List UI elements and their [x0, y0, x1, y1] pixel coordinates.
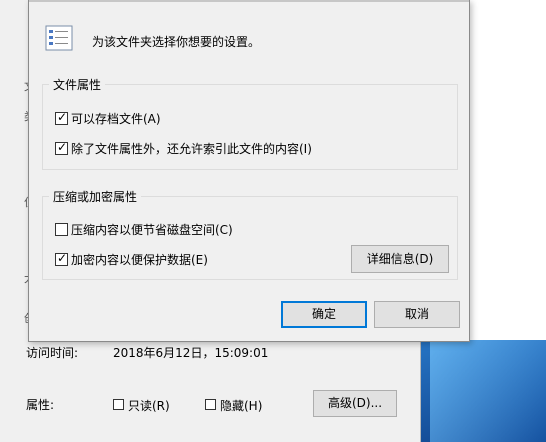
compress-label[interactable]: 压缩内容以便节省磁盘空间(C)	[71, 221, 233, 238]
index-label[interactable]: 除了文件属性外，还允许索引此文件的内容(I)	[71, 140, 312, 157]
checkmark-icon: ✓	[57, 140, 68, 154]
encrypt-checkbox[interactable]: ✓	[55, 251, 68, 266]
attributes-label: 属性:	[26, 398, 55, 412]
archive-label[interactable]: 可以存档文件(A)	[71, 110, 161, 127]
archive-checkbox[interactable]: ✓	[55, 110, 68, 125]
checklist-document-icon	[45, 25, 73, 51]
dialog-top-edge	[29, 0, 469, 2]
accessed-time-label: 访问时间:	[26, 346, 79, 360]
checkmark-icon: ✓	[57, 110, 68, 124]
details-button[interactable]: 详细信息(D)	[351, 245, 449, 273]
encrypt-option[interactable]: ✓ 加密内容以便保护数据(E)	[55, 251, 208, 268]
advanced-attributes-dialog: 为该文件夹选择你想要的设置。 文件属性 ✓ 可以存档文件(A) ✓ 除了文件属性…	[28, 0, 470, 342]
index-option[interactable]: ✓ 除了文件属性外，还允许索引此文件的内容(I)	[55, 140, 312, 157]
checkmark-icon: ✓	[57, 251, 68, 265]
compress-encrypt-legend: 压缩或加密属性	[53, 190, 138, 204]
archive-option[interactable]: ✓ 可以存档文件(A)	[55, 110, 161, 127]
cancel-button[interactable]: 取消	[374, 301, 460, 328]
encrypt-label[interactable]: 加密内容以便保护数据(E)	[71, 251, 208, 268]
wallpaper-light-beam	[430, 340, 546, 442]
hidden-label[interactable]: 隐藏(H)	[220, 397, 262, 414]
index-checkbox[interactable]: ✓	[55, 140, 68, 155]
hidden-checkbox[interactable]	[205, 399, 216, 410]
advanced-button[interactable]: 高级(D)...	[313, 390, 397, 417]
accessed-time-value: 2018年6月12日，15:09:01	[113, 346, 269, 360]
dialog-intro-text: 为该文件夹选择你想要的设置。	[92, 35, 261, 49]
readonly-label[interactable]: 只读(R)	[128, 397, 170, 414]
file-attributes-legend: 文件属性	[53, 78, 102, 92]
ok-button[interactable]: 确定	[281, 301, 367, 328]
compress-option[interactable]: 压缩内容以便节省磁盘空间(C)	[55, 221, 233, 238]
compress-checkbox[interactable]	[55, 223, 68, 236]
readonly-checkbox[interactable]	[113, 399, 124, 410]
